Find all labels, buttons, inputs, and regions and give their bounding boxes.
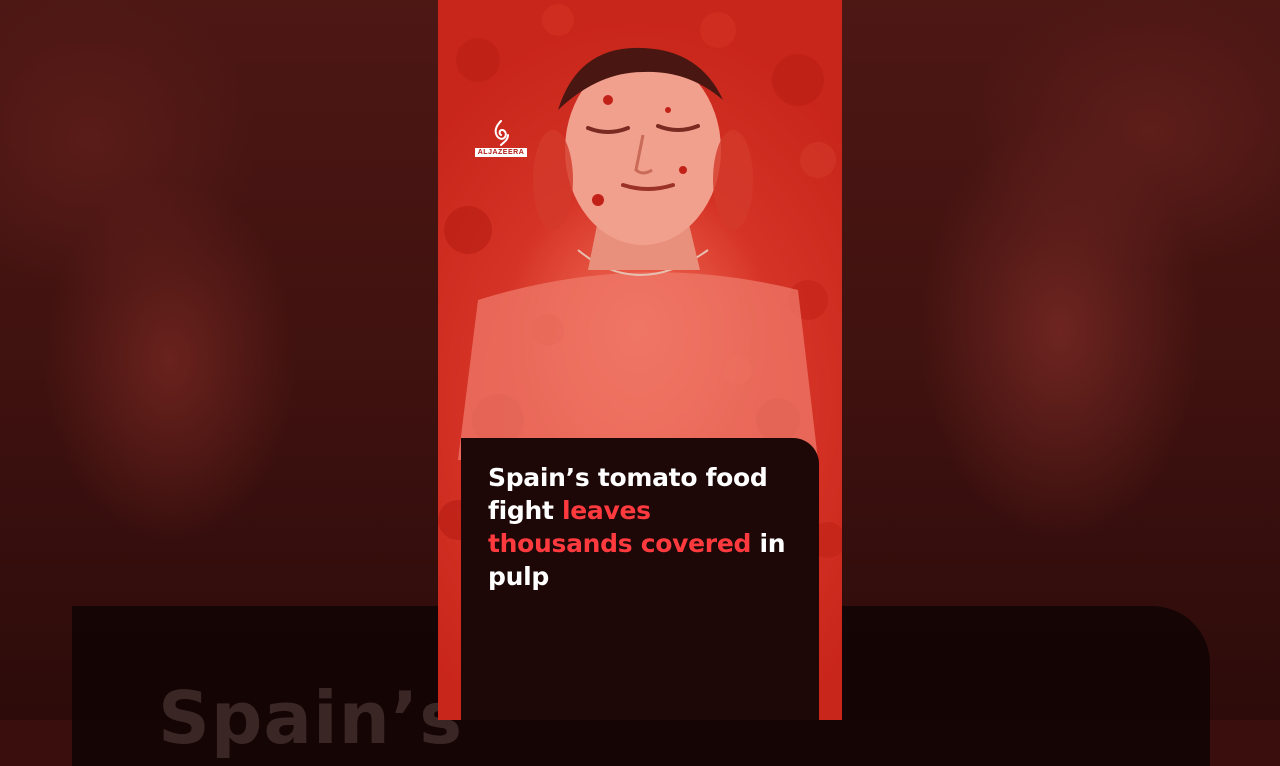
headline: Spain’s tomato food fight leaves thousan… (488, 461, 798, 593)
blurred-background-text: Spain’s (158, 676, 464, 760)
al-jazeera-logo: ALJAZEERA (474, 120, 528, 166)
al-jazeera-logo-icon (494, 120, 509, 146)
al-jazeera-logo-label: ALJAZEERA (474, 148, 528, 157)
